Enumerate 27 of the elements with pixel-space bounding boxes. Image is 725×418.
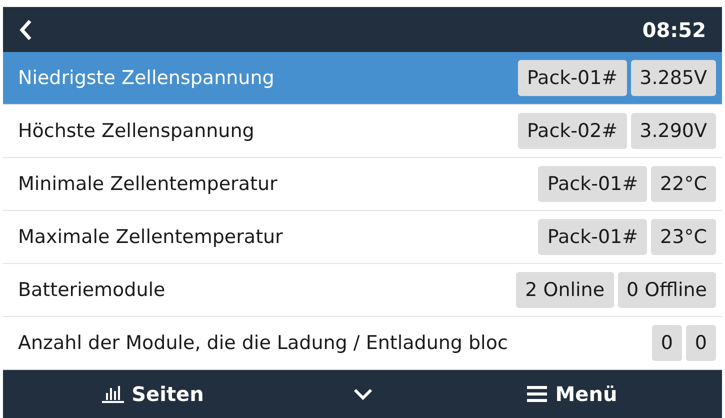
bar-chart-icon xyxy=(102,385,124,403)
value-tag: 0 Offline xyxy=(618,272,716,308)
value-tag: 2 Online xyxy=(516,272,614,308)
row-label: Minimale Zellentemperatur xyxy=(18,172,278,197)
pages-button[interactable]: Seiten xyxy=(3,379,302,409)
row-label: Höchste Zellenspannung xyxy=(18,118,256,144)
value-tag: 22°C xyxy=(651,166,716,202)
clock-time: 08:52 xyxy=(642,16,706,44)
value-tag: 0 xyxy=(686,325,716,361)
value-tag: 3.285V xyxy=(630,60,716,96)
chevron-down-icon xyxy=(352,388,372,400)
row-label: Niedrigste Zellenspannung xyxy=(18,66,276,91)
value-tag: Pack-01# xyxy=(538,219,648,255)
row-label: Maximale Zellentemperatur xyxy=(18,224,284,250)
row-label: Batteriemodule xyxy=(18,278,166,303)
list-row[interactable]: Niedrigste Zellenspannung Pack-01# 3.285V xyxy=(3,52,722,105)
value-tag: Pack-02# xyxy=(518,113,627,149)
menu-button[interactable]: Menü xyxy=(422,379,722,409)
value-tag: 3.290V xyxy=(630,113,716,149)
back-button[interactable] xyxy=(19,18,33,40)
value-tag: 0 xyxy=(652,325,682,361)
row-label: Anzahl der Module, die die Ladung / Entladung bloc xyxy=(18,330,509,356)
back-icon xyxy=(19,18,33,40)
value-tag: Pack-01# xyxy=(538,166,648,202)
value-tag: Pack-01# xyxy=(518,60,627,96)
menu-icon xyxy=(527,385,548,403)
value-tag: 23°C xyxy=(651,219,716,255)
